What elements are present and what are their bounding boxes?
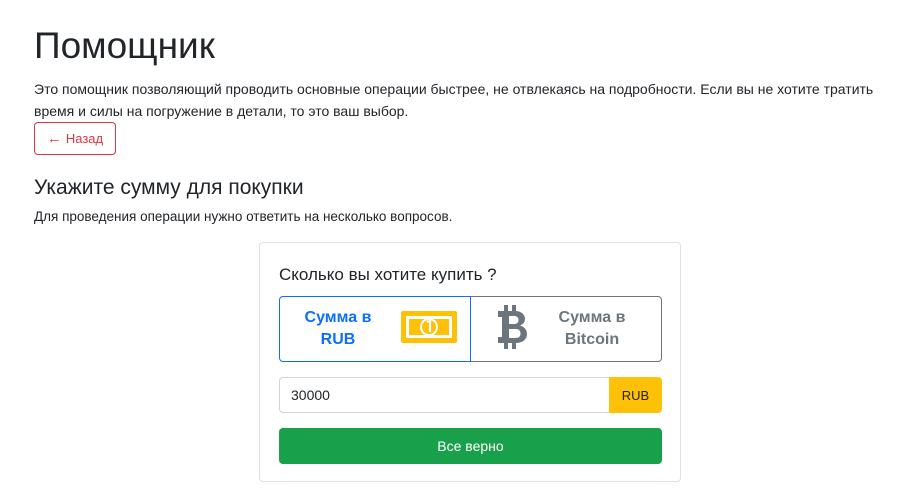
purchase-card: Сколько вы хотите купить ? Сумма в RUB С… <box>259 242 681 482</box>
amount-type-toggle: Сумма в RUB Сумма в Bitcoin <box>279 296 662 362</box>
step-description: Для проведения операции нужно ответить н… <box>34 209 453 224</box>
currency-badge: RUB <box>609 377 662 413</box>
option-bitcoin-label: Сумма в Bitcoin <box>558 309 626 348</box>
confirm-button[interactable]: Все верно <box>279 428 662 464</box>
back-button-label: Назад <box>65 131 104 146</box>
arrow-left-icon: ← <box>46 130 62 147</box>
amount-input[interactable] <box>279 377 609 413</box>
bitcoin-icon <box>495 304 529 354</box>
step-title: Укажите сумму для покупки <box>34 176 304 199</box>
intro-text: Это помощник позволяющий проводить основ… <box>34 81 874 119</box>
option-bitcoin[interactable]: Сумма в Bitcoin <box>471 296 662 362</box>
assistant-page: Помощник Это помощник позволяющий провод… <box>0 0 910 500</box>
card-title: Сколько вы хотите купить ? <box>279 265 497 284</box>
back-button[interactable]: ← Назад <box>34 122 116 155</box>
banknote-icon <box>401 310 457 348</box>
option-rub-label: Сумма в RUB <box>304 309 372 348</box>
page-title: Помощник <box>34 25 215 66</box>
amount-input-group: RUB <box>279 377 662 413</box>
option-rub[interactable]: Сумма в RUB <box>279 296 471 362</box>
